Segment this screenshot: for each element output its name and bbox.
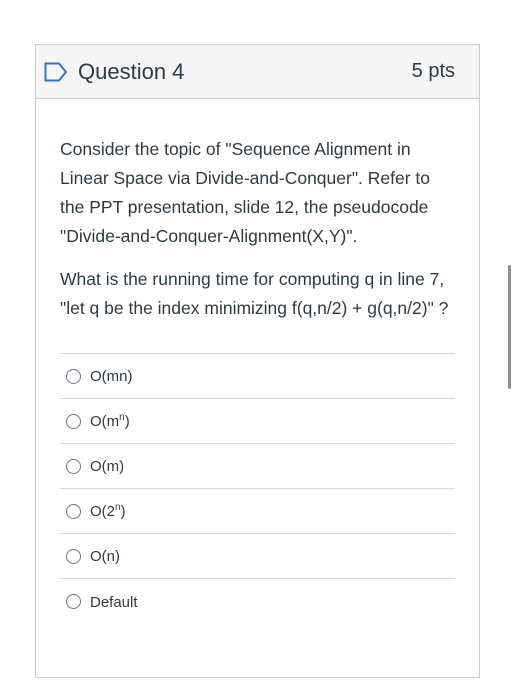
- question-text: Consider the topic of "Sequence Alignmen…: [60, 135, 455, 323]
- radio-unchecked-icon[interactable]: [66, 503, 81, 519]
- radio-unchecked-icon[interactable]: [66, 368, 81, 384]
- question-paragraph: What is the running time for computing q…: [60, 269, 449, 318]
- scrollbar-thumb[interactable]: [508, 265, 511, 389]
- answer-option[interactable]: O(mn): [60, 354, 455, 399]
- radio-unchecked-icon[interactable]: [66, 458, 81, 474]
- question-header: Question 4 5 pts: [36, 45, 479, 99]
- answer-option[interactable]: O(2n): [60, 489, 455, 534]
- question-points: 5 pts: [411, 60, 455, 82]
- question-title: Question 4: [78, 58, 185, 84]
- question-card: Question 4 5 pts Consider the topic of "…: [35, 44, 480, 678]
- question-body: Consider the topic of "Sequence Alignmen…: [36, 99, 479, 624]
- answer-list: O(mn) O(mn) O(m) O(2n) O(n) Default: [60, 353, 455, 624]
- answer-option[interactable]: Default: [60, 579, 455, 624]
- answer-label: O(mn): [90, 412, 130, 430]
- radio-unchecked-icon[interactable]: [66, 548, 81, 564]
- radio-unchecked-icon[interactable]: [66, 413, 81, 429]
- flag-question-icon[interactable]: [44, 62, 68, 82]
- answer-option[interactable]: O(mn): [60, 399, 455, 444]
- answer-label: O(2n): [90, 502, 126, 520]
- answer-label: O(mn): [90, 368, 133, 385]
- radio-unchecked-icon[interactable]: [66, 594, 81, 609]
- page: Question 4 5 pts Consider the topic of "…: [0, 0, 516, 700]
- question-paragraph: Consider the topic of "Sequence Alignmen…: [60, 139, 431, 246]
- answer-label: O(n): [90, 548, 120, 565]
- answer-label: Default: [90, 593, 138, 611]
- answer-option[interactable]: O(m): [60, 444, 455, 489]
- answer-label: O(m): [90, 458, 125, 475]
- answer-option[interactable]: O(n): [60, 534, 455, 579]
